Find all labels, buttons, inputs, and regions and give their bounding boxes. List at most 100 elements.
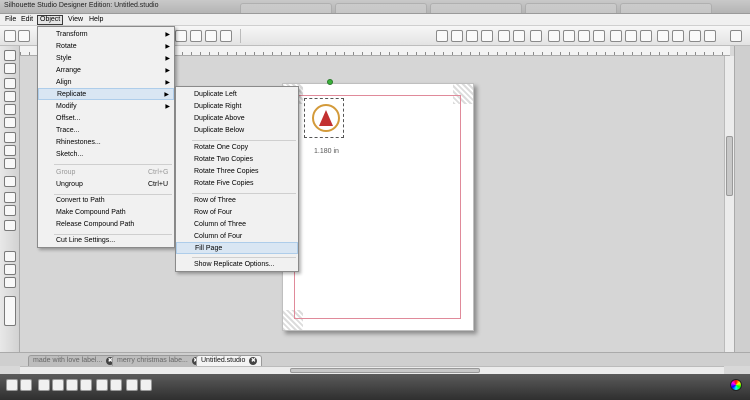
help-icon[interactable] [730,30,742,42]
menu-item-release-compound-path[interactable]: Release Compound Path [38,219,174,231]
menu-item-sketch[interactable]: Sketch... [38,149,174,161]
gradient-icon[interactable] [593,30,605,42]
menu-object[interactable]: Object [37,15,64,25]
ungroup-icon[interactable] [110,379,122,391]
freehand-tool-icon[interactable] [4,145,16,156]
paste-icon[interactable] [52,379,64,391]
smooth-freehand-icon[interactable] [4,158,16,169]
menu-item-make-compound-path[interactable]: Make Compound Path [38,207,174,219]
offset-icon[interactable] [625,30,637,42]
scroll-thumb[interactable] [726,136,733,196]
menu-item-duplicate-right[interactable]: Duplicate Right [176,101,298,113]
zoom-fit-icon[interactable] [220,30,232,42]
menu-item-convert-to-path[interactable]: Convert to Path [38,195,174,207]
weld-icon[interactable] [126,379,138,391]
line-style-icon[interactable] [578,30,590,42]
menu-item-show-replicate-options[interactable]: Show Replicate Options... [176,259,298,271]
select-all-icon[interactable] [6,379,18,391]
menu-item-cut-line-settings[interactable]: Cut Line Settings... [38,235,174,247]
menu-item-trace[interactable]: Trace... [38,125,174,137]
menu-help[interactable]: Help [87,15,105,25]
eraser-tool-icon[interactable] [4,192,16,203]
page-settings-icon[interactable] [436,30,448,42]
close-icon[interactable]: ✖ [249,357,258,365]
browser-tab[interactable] [240,3,332,13]
ellipse-tool-icon[interactable] [4,117,16,128]
modify-icon[interactable] [610,30,622,42]
menu-item-rotate-one-copy[interactable]: Rotate One Copy [176,142,298,154]
online-store-icon[interactable] [4,277,16,288]
horizontal-scrollbar[interactable] [20,366,724,374]
send-to-cutter-icon[interactable] [689,30,701,42]
label-seal-graphic[interactable] [312,104,340,132]
registration-icon[interactable] [466,30,478,42]
menu-item-rotate[interactable]: Rotate ▶ [38,41,174,53]
align-icon[interactable] [481,30,493,42]
eyedropper-tool-icon[interactable] [4,220,16,231]
text-style-icon[interactable] [530,30,542,42]
color-wheel-icon[interactable] [730,379,742,391]
menu-item-row-of-four[interactable]: Row of Four [176,207,298,219]
menu-item-row-of-three[interactable]: Row of Three [176,195,298,207]
menu-item-ungroup[interactable]: Ungroup Ctrl+U [38,179,174,191]
menu-item-rotate-two-copies[interactable]: Rotate Two Copies [176,154,298,166]
menu-item-offset[interactable]: Offset... [38,113,174,125]
browser-tab[interactable] [335,3,427,13]
rectangle-tool-icon[interactable] [4,104,16,115]
menu-item-rotate-three-copies[interactable]: Rotate Three Copies [176,166,298,178]
menu-item-duplicate-above[interactable]: Duplicate Above [176,113,298,125]
select-tool-icon[interactable] [4,50,16,61]
menu-item-rhinestones[interactable]: Rhinestones... [38,137,174,149]
duplicate-icon[interactable] [66,379,78,391]
fill-color-icon[interactable] [548,30,560,42]
copy-icon[interactable] [38,379,50,391]
group-icon[interactable] [96,379,108,391]
doc-tab[interactable]: made with love label... ✖ [28,355,120,366]
menu-item-fill-page[interactable]: Fill Page [176,242,298,254]
cutter-status-icon[interactable] [704,30,716,42]
menu-view[interactable]: View [66,15,85,25]
store-view-icon[interactable] [4,264,16,275]
zoom-in-icon[interactable] [175,30,187,42]
open-file-icon[interactable] [18,30,30,42]
menu-item-replicate[interactable]: Replicate ▶ [38,88,174,100]
trace-icon[interactable] [640,30,652,42]
point-edit-tool-icon[interactable] [4,63,16,74]
replicate-panel-icon[interactable] [498,30,510,42]
delete-icon[interactable] [80,379,92,391]
menu-file[interactable]: File [3,15,18,25]
offset-icon[interactable] [140,379,152,391]
menu-item-transform[interactable]: Transform ▶ [38,29,174,41]
curve-tool-icon[interactable] [4,132,16,143]
menu-item-column-of-three[interactable]: Column of Three [176,219,298,231]
store-icon[interactable] [672,30,684,42]
new-document-icon[interactable] [4,30,16,42]
menu-item-style[interactable]: Style ▶ [38,53,174,65]
transform-panel-icon[interactable] [513,30,525,42]
browser-tab[interactable] [620,3,712,13]
line-tool-icon[interactable] [4,78,16,89]
menu-item-rotate-five-copies[interactable]: Rotate Five Copies [176,178,298,190]
doc-tab-active[interactable]: Untitled.studio ✖ [196,355,263,366]
pan-hand-icon[interactable] [205,30,217,42]
zoom-out-icon[interactable] [190,30,202,42]
browser-tab[interactable] [430,3,522,13]
menu-item-group[interactable]: Group Ctrl+G [38,167,174,179]
menu-item-arrange[interactable]: Arrange ▶ [38,65,174,77]
menu-edit[interactable]: Edit [19,15,35,25]
doc-tab[interactable]: merry christmas labe...✖ [112,355,205,366]
vertical-scrollbar[interactable] [724,56,734,352]
deselect-icon[interactable] [20,379,32,391]
polygon-tool-icon[interactable] [4,91,16,102]
browser-tab[interactable] [525,3,617,13]
rotate-handle[interactable] [327,79,333,85]
knife-tool-icon[interactable] [4,205,16,216]
library-view-icon[interactable] [4,251,16,262]
menu-item-modify[interactable]: Modify ▶ [38,101,174,113]
scroll-thumb[interactable] [290,368,480,373]
menu-item-duplicate-below[interactable]: Duplicate Below [176,125,298,137]
library-icon[interactable] [657,30,669,42]
text-tool-icon[interactable] [4,176,16,187]
menu-item-duplicate-left[interactable]: Duplicate Left [176,89,298,101]
cut-settings-icon[interactable] [451,30,463,42]
